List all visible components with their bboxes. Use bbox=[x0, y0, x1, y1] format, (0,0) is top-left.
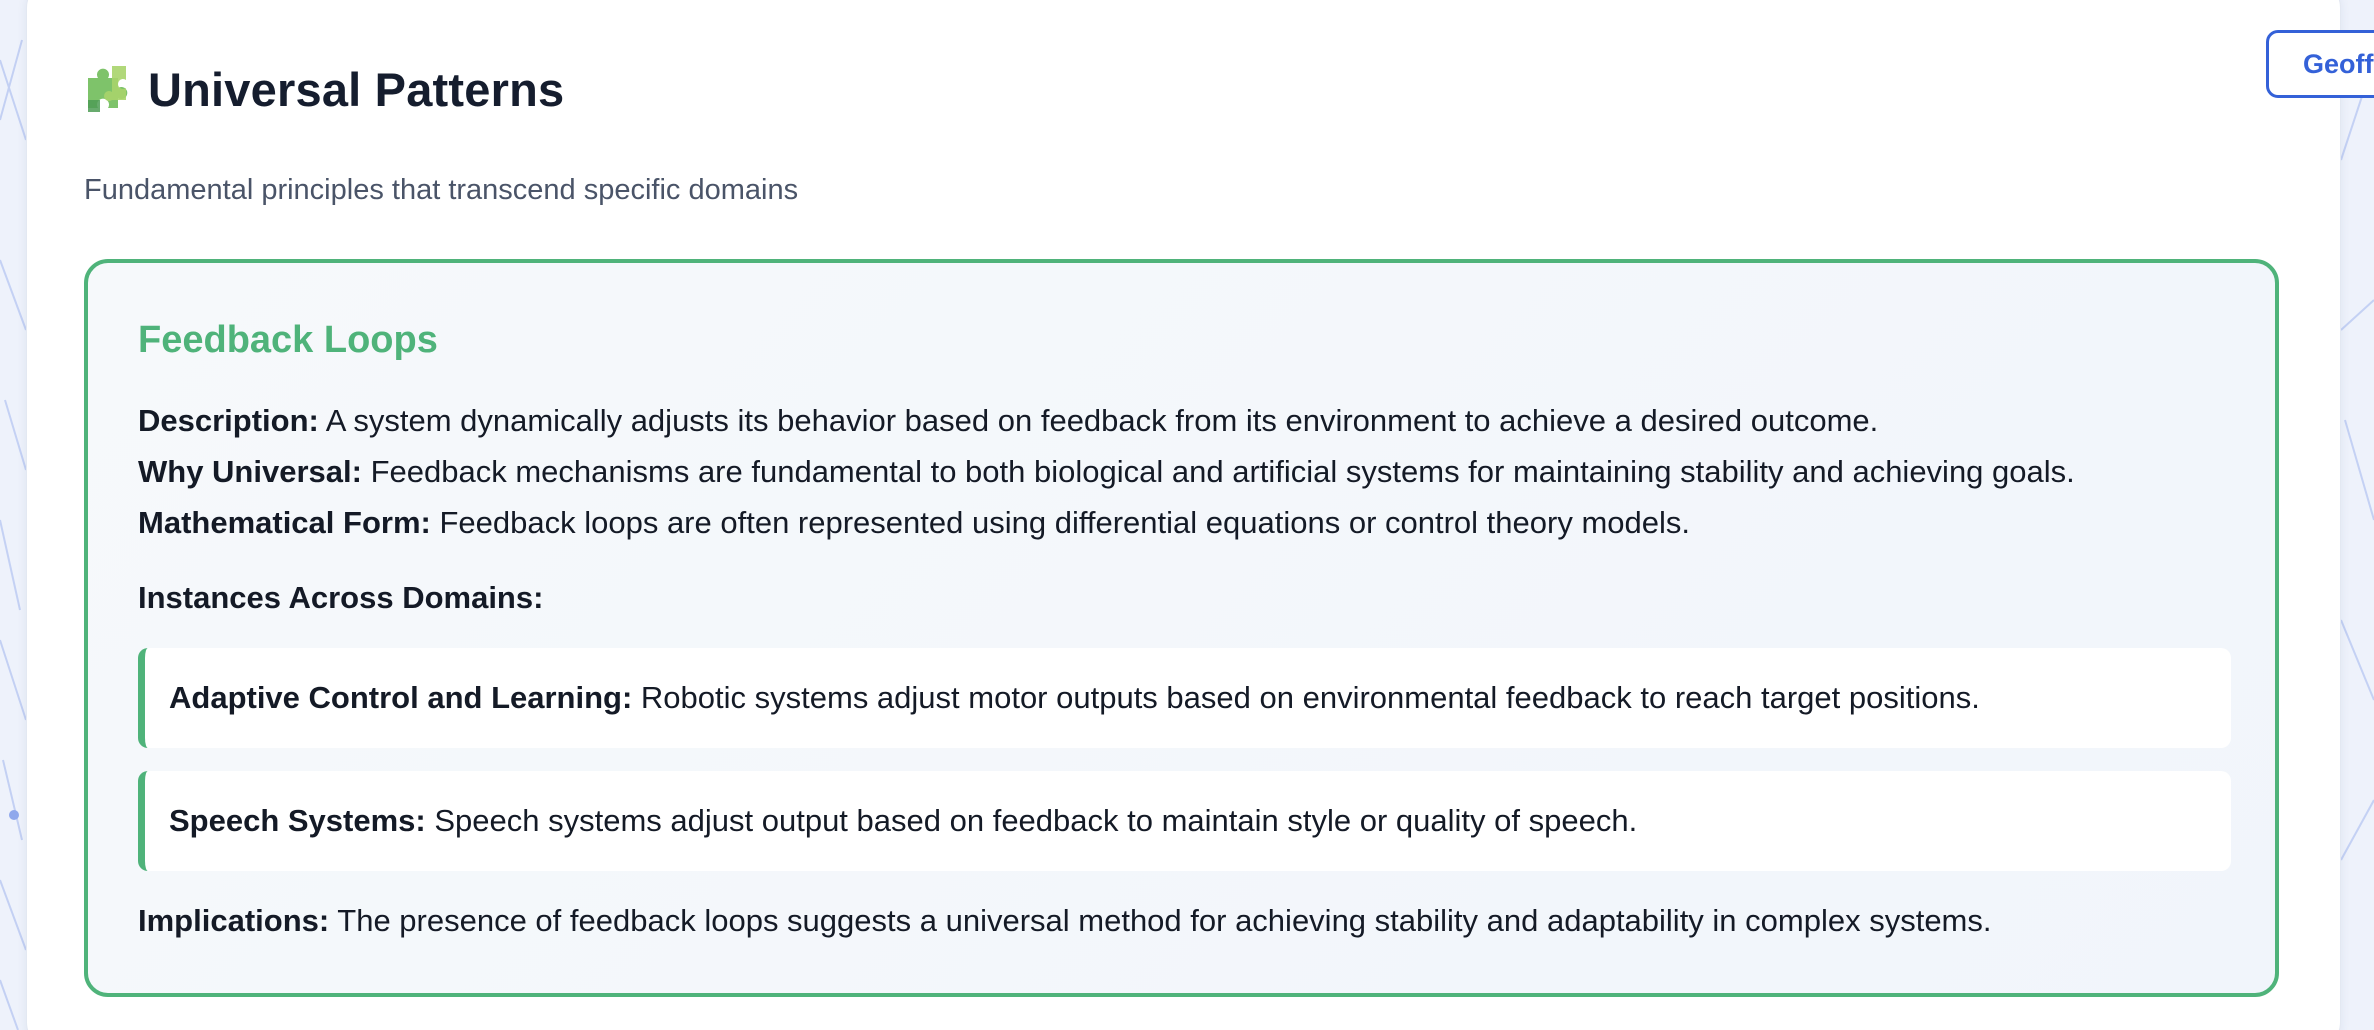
pattern-description: Description: A system dynamically adjust… bbox=[138, 403, 1878, 439]
pattern-implications: Implications: The presence of feedback l… bbox=[138, 903, 1992, 939]
instance-item: Speech Systems: Speech systems adjust ou… bbox=[138, 771, 2231, 871]
mathematical-form-text: Feedback loops are often represented usi… bbox=[439, 505, 1690, 540]
implications-text: The presence of feedback loops suggests … bbox=[337, 903, 1992, 938]
pattern-mathematical-form: Mathematical Form: Feedback loops are of… bbox=[138, 505, 1690, 541]
instances-heading: Instances Across Domains: bbox=[138, 580, 544, 615]
description-text: A system dynamically adjusts its behavio… bbox=[325, 403, 1879, 438]
why-universal-text: Feedback mechanisms are fundamental to b… bbox=[370, 454, 2075, 489]
page-subtitle: Fundamental principles that transcend sp… bbox=[84, 174, 799, 206]
instance-text: Speech systems adjust output based on fe… bbox=[434, 803, 1638, 838]
why-universal-label: Why Universal: bbox=[138, 454, 362, 489]
pattern-title: Feedback Loops bbox=[138, 319, 438, 361]
pattern-why-universal: Why Universal: Feedback mechanisms are f… bbox=[138, 454, 2075, 490]
instance-text: Robotic systems adjust motor outputs bas… bbox=[640, 680, 1980, 715]
description-label: Description: bbox=[138, 403, 319, 438]
instance-label: Speech Systems: bbox=[169, 803, 426, 838]
instance-item: Adaptive Control and Learning: Robotic s… bbox=[138, 648, 2231, 748]
implications-label: Implications: bbox=[138, 903, 330, 938]
mathematical-form-label: Mathematical Form: bbox=[138, 505, 431, 540]
page-title: Universal Patterns bbox=[148, 62, 565, 116]
page-header: Universal Patterns bbox=[82, 58, 564, 120]
instance-label: Adaptive Control and Learning: bbox=[169, 680, 633, 715]
pattern-card-feedback-loops: Feedback Loops Description: A system dyn… bbox=[84, 259, 2279, 997]
user-account-button[interactable]: Geoff bbox=[2266, 30, 2374, 98]
puzzle-piece-icon bbox=[82, 62, 136, 116]
